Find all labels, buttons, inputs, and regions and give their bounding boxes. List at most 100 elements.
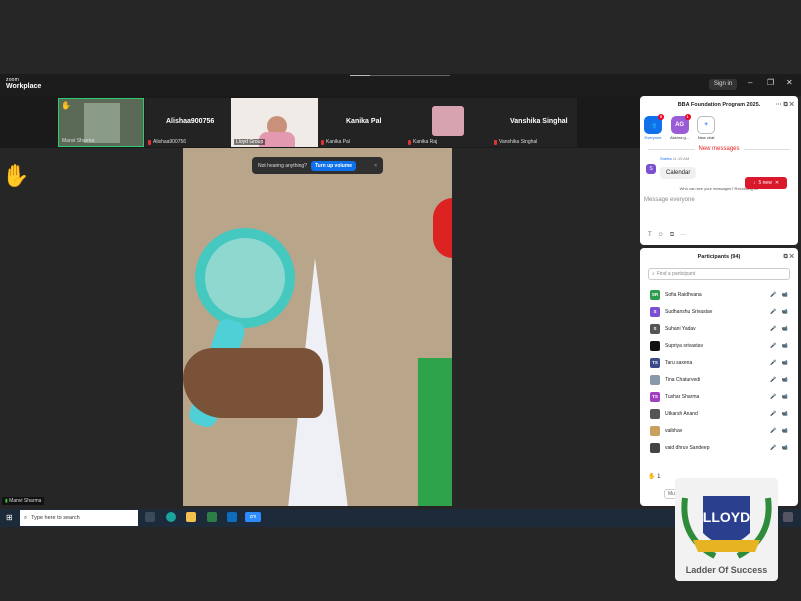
list-item[interactable]: SR Sofia Raidhvana 🎤 📹 [640,286,798,303]
mic-off-icon [148,139,151,145]
chat-input[interactable]: Message everyone [640,191,798,203]
participants-panel: Participants (94) ⧉ ✕ ⌕ Find a participa… [640,248,798,506]
tile-name: Vanshika Singhal [494,139,537,145]
chat-window-icons[interactable]: ··· ⧉ ✕ [776,102,794,109]
avatar [650,408,660,419]
list-item[interactable]: vaid dhruv Sandeep 🎤 📹 [640,439,798,456]
search-icon: ⌕ [24,514,28,521]
mic-video-off-icons: 🎤 📹 [770,393,790,400]
close-icon[interactable]: ✕ [775,180,779,186]
avatar [650,425,660,436]
list-item[interactable]: S Sudhanshu Srivastav 🎤 📹 [640,303,798,320]
audio-toast: Not hearing anything? Turn up volume × [252,157,383,174]
toast-text: Not hearing anything? [258,162,307,169]
hand [183,348,323,418]
signin-button[interactable]: Sign in [709,79,737,90]
list-item[interactable]: Tina Chaturvedi 🎤 📹 [640,371,798,388]
tile-display-name: Vanshika Singhal [510,118,568,125]
video-tile-kanika-raj[interactable]: Kanika Raj [405,98,491,147]
list-item[interactable]: vaibhav 🎤 📹 [640,422,798,439]
file-explorer-icon[interactable] [186,512,196,522]
mic-video-off-icons: 🎤 📹 [770,410,790,417]
mic-video-off-icons: 🎤 📹 [770,291,790,298]
task-view-icon[interactable] [145,512,155,522]
video-tile-manvi[interactable]: ✋ Manvi Sharma [58,98,144,147]
list-item[interactable]: TS Tushar Sharma 🎤 📹 [640,388,798,405]
zoom-logo: zoom Workplace [6,78,42,91]
avatar: S [646,164,656,174]
avatar: AG 1 [670,114,691,134]
more-icon[interactable]: ··· [680,232,686,239]
avatar: S [650,323,660,334]
list-item[interactable]: S Suhani Yadav 🎤 📹 [640,320,798,337]
signal-icon: ▮ [5,498,8,504]
profile-picture [432,106,464,136]
raised-hand-icon: ✋ [61,101,71,110]
screenshot-icon[interactable]: ⧉ [670,232,674,239]
video-tile-lloyd[interactable]: Lloyd Group [231,98,318,147]
list-item[interactable]: TS Taru saxena 🎤 📹 [640,354,798,371]
participants-header: Participants (94) ⧉ ✕ [640,248,798,266]
fan-head [195,228,295,328]
avatar: S [650,306,660,317]
tile-name: Kanika Pal [321,139,350,145]
mic-video-off-icons: 🎤 📹 [770,376,790,383]
mic-video-off-icons: 🎤 📹 [770,444,790,451]
chat-panel: BBA Foundation Program 2025. ··· ⧉ ✕ 👥 5 … [640,96,798,245]
mic-off-icon [408,139,411,145]
edge-icon[interactable] [166,512,176,522]
video-tile-alishaa[interactable]: Alishaa900756 Alishaa900756 [145,98,231,147]
chat-recipient-chips: 👥 5 Everyone AG 1 Akshra g... + New chat [640,114,798,142]
arrow-down-icon: ↓ [752,180,756,186]
video-tile-vanshika[interactable]: Vanshika Singhal Vanshika Singhal [491,98,577,147]
outlook-icon[interactable] [227,512,237,522]
chat-title: BBA Foundation Program 2025. [677,102,761,108]
raised-hand-icon: ✋ [2,163,30,188]
new-messages-divider: New messages [640,146,798,152]
turn-up-volume-button[interactable]: Turn up volume [310,160,357,171]
minimize-icon[interactable]: – [748,78,752,87]
windows-start-icon[interactable]: ⊞ [6,513,13,522]
tile-name: Lloyd Group [234,139,266,145]
tile-display-name: Alishaa900756 [166,118,215,125]
close-icon[interactable]: ✕ [786,78,793,87]
list-item[interactable]: Utkarsh Anand 🎤 📹 [640,405,798,422]
search-icon: ⌕ [652,271,655,277]
message-bubble: Calendar [660,167,697,179]
close-icon[interactable]: × [374,163,377,169]
notification-icon[interactable] [783,512,793,522]
restore-icon[interactable]: ❐ [767,78,774,87]
taskbar-search-input[interactable]: ⌕ Type here to search [20,510,138,526]
zoom-taskbar-icon[interactable]: zm [245,512,261,522]
new-messages-button[interactable]: ↓ 5 new ✕ [745,177,787,189]
video-thumbnail [84,103,120,143]
logo-line2: Workplace [6,83,42,90]
chat-header: BBA Foundation Program 2025. ··· ⧉ ✕ [640,96,798,114]
panel-window-icons[interactable]: ⧉ ✕ [783,254,794,261]
participant-search-input[interactable]: ⌕ Find a participant [648,268,790,280]
avatar [650,340,660,351]
raised-hand-icon: ✋ [648,474,656,480]
self-name-label: ▮ Manvi Sharma [2,497,45,505]
reaction-count: ✋ 1 [648,474,661,480]
store-icon[interactable] [207,512,217,522]
avatar: TS [650,391,660,402]
emoji-icon[interactable]: ☺ [658,232,664,239]
active-speaker-video [183,148,452,506]
chip-everyone[interactable]: 👥 5 Everyone [644,114,664,140]
list-item[interactable]: Supriya srivastav 🎤 📹 [640,337,798,354]
chip-new-chat[interactable]: + New chat [697,116,716,140]
avatar [650,374,660,385]
mic-video-off-icons: 🎤 📹 [770,325,790,332]
chip-akshra[interactable]: AG 1 Akshra g... [670,114,691,140]
lloyd-tagline: Ladder Of Success [685,565,768,575]
message-meta: Sneha 11:15 AM [660,156,690,161]
mic-video-off-icons: 🎤 📹 [770,427,790,434]
video-tile-kanika-pal[interactable]: Kanika Pal Kanika Pal [318,98,405,147]
text-format-icon[interactable]: T [648,232,652,239]
svg-text:LLOYD: LLOYD [703,509,750,525]
mic-video-off-icons: 🎤 📹 [770,308,790,315]
screen: zoom Workplace Sign in – ❐ ✕ ✋ Manvi Sha… [0,0,801,601]
title-bar [0,74,801,96]
plus-icon: + [697,116,716,134]
